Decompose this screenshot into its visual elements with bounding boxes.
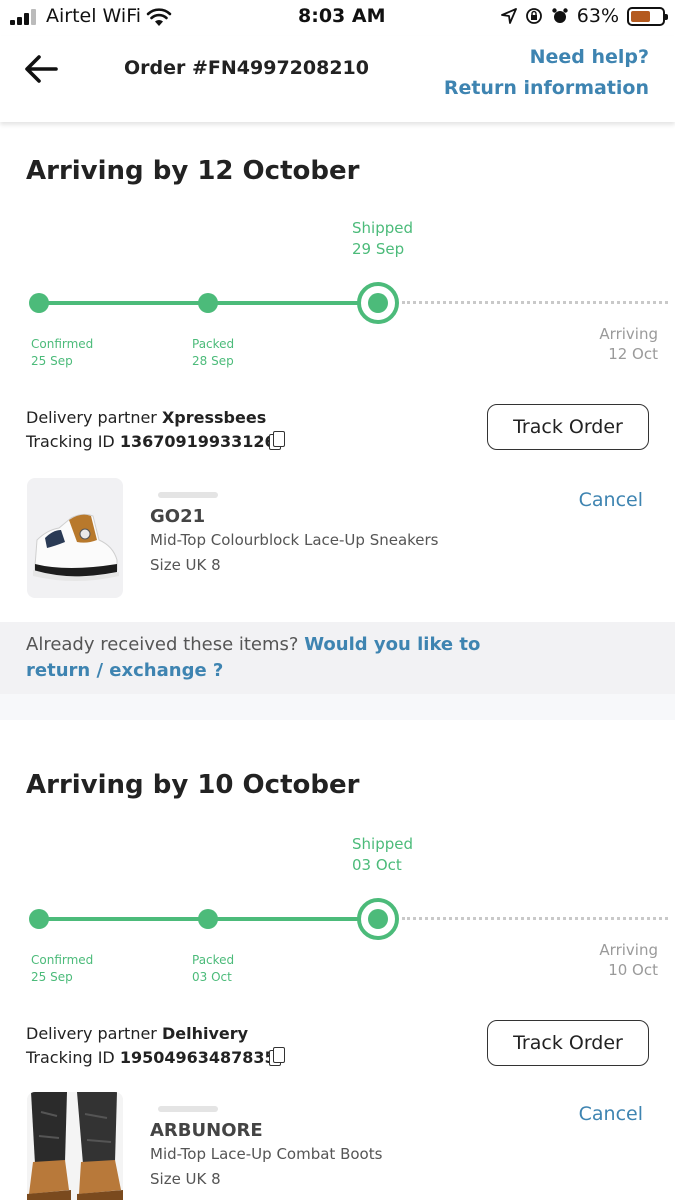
sneaker-illustration [33,513,119,581]
shipped-current-dot [357,282,399,324]
shipped-status-label: Shipped 03 Oct [352,834,413,876]
packed-step: Packed 03 Oct [192,952,234,986]
location-arrow-icon [500,8,517,24]
product-brand: ARBUNORE [150,1120,263,1141]
battery-icon [627,6,668,26]
packed-dot [198,909,218,929]
progress-remaining-dots [402,301,668,304]
product-brand: GO21 [150,506,206,527]
shipped-date: 29 Sep [352,240,405,258]
order-title: Order #FN4997208210 [124,57,369,79]
partner-prefix: Delivery partner [26,408,157,427]
packed-label: Packed [192,953,235,967]
confirmed-dot [29,909,49,929]
product-image-sneakers[interactable] [27,478,123,598]
tracking-id: 13670919933126 [119,432,276,451]
product-name: Mid-Top Lace-Up Combat Boots [150,1145,383,1163]
product-image-boots[interactable] [27,1092,123,1200]
return-information-link[interactable]: Return information [444,77,649,99]
arriving-label: Arriving [599,941,658,959]
arriving-date: 10 Oct [608,961,658,979]
rotation-lock-icon [525,8,542,24]
confirmed-step: Confirmed 25 Sep [31,336,93,370]
copy-icon[interactable] [269,431,285,451]
confirmed-label: Confirmed [31,953,94,967]
track-order-button[interactable]: Track Order [487,404,649,450]
arriving-step: Arriving 12 Oct [599,324,658,364]
blurred-text [158,1106,218,1112]
confirmed-dot [29,293,49,313]
shipped-date: 03 Oct [352,856,402,874]
app-header: Order #FN4997208210 Need help? Return in… [0,36,675,122]
product-size: Size UK 8 [150,1170,221,1188]
clock: 8:03 AM [298,5,386,27]
tracking-prefix: Tracking ID [26,1048,115,1067]
tracking-id-row: Tracking ID 13670919933126 [26,432,276,451]
arriving-label: Arriving [599,325,658,343]
partner-prefix: Delivery partner [26,1024,157,1043]
tracking-id: 19504963487835 [119,1048,276,1067]
product-name: Mid-Top Colourblock Lace-Up Sneakers [150,531,439,549]
track-order-button[interactable]: Track Order [487,1020,649,1066]
tracking-id-row: Tracking ID 19504963487835 [26,1048,276,1067]
battery-percent: 63% [576,5,619,27]
delivery-partner: Delivery partner Xpressbees [26,408,266,427]
cancel-item-button[interactable]: Cancel [579,489,643,511]
arriving-title: Arriving by 10 October [26,770,360,800]
blurred-text [158,492,218,498]
progress-remaining-dots [402,917,668,920]
alarm-icon [552,8,568,23]
cancel-item-button[interactable]: Cancel [579,1103,643,1125]
delivery-partner: Delivery partner Delhivery [26,1024,248,1043]
product-size: Size UK 8 [150,556,221,574]
confirmed-date: 25 Sep [31,970,73,984]
boots-illustration [27,1092,123,1200]
status-bar: Airtel WiFi 8:03 AM 63% [0,0,675,36]
carrier-name: Airtel WiFi [46,5,142,27]
wifi-icon [146,8,172,26]
packed-dot [198,293,218,313]
shipment-card: Arriving by 10 October Shipped 03 Oct Co… [0,720,675,1200]
return-question: Already received these items? [26,634,299,655]
need-help-link[interactable]: Need help? [530,46,649,68]
arriving-step: Arriving 10 Oct [599,940,658,980]
confirmed-label: Confirmed [31,337,94,351]
back-arrow-icon[interactable] [22,52,62,86]
packed-label: Packed [192,337,235,351]
confirmed-date: 25 Sep [31,354,73,368]
confirmed-step: Confirmed 25 Sep [31,952,93,986]
partner-name: Delhivery [161,1024,249,1043]
partner-name: Xpressbees [161,408,267,427]
section-divider [0,694,675,720]
packed-step: Packed 28 Sep [192,336,234,370]
return-exchange-banner: Already received these items? Would you … [0,622,675,694]
arriving-date: 12 Oct [608,345,658,363]
shipped-current-dot [357,898,399,940]
packed-date: 28 Sep [192,354,234,368]
return-exchange-text: Already received these items? Would you … [26,632,486,684]
shipped-status-label: Shipped 29 Sep [352,218,413,260]
shipped-label: Shipped [352,219,413,237]
copy-icon[interactable] [269,1047,285,1067]
shipment-card: Arriving by 12 October Shipped 29 Sep Co… [0,122,675,622]
arriving-title: Arriving by 12 October [26,156,360,186]
packed-date: 03 Oct [192,970,232,984]
tracking-prefix: Tracking ID [26,432,115,451]
shipped-label: Shipped [352,835,413,853]
cellular-signal-icon [10,9,40,25]
